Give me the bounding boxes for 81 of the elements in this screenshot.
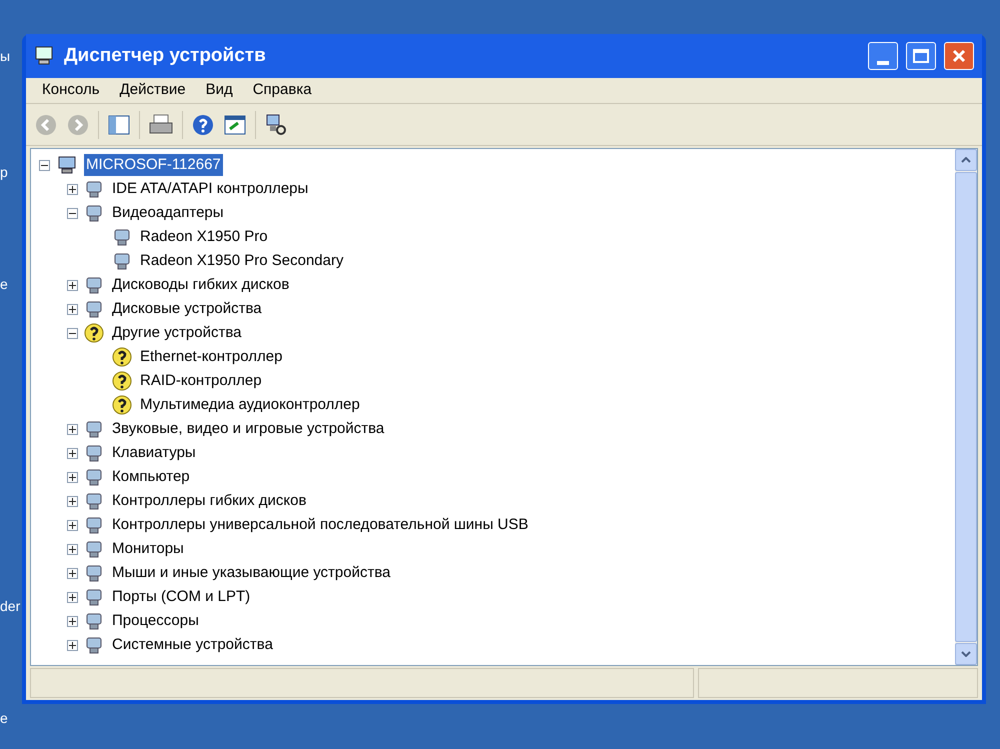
scroll-up-button[interactable] — [955, 149, 977, 171]
device-icon — [84, 468, 104, 486]
computer-icon — [56, 156, 78, 174]
device-icon — [112, 228, 132, 246]
collapse-icon[interactable] — [67, 208, 78, 218]
device-icon — [84, 204, 104, 222]
tree-item[interactable]: Мониторы — [110, 538, 186, 560]
device-icon — [84, 180, 104, 198]
close-icon — [952, 49, 966, 63]
question-mark-icon — [112, 395, 132, 415]
device-icon — [84, 564, 104, 582]
expand-icon[interactable] — [67, 616, 78, 626]
tree-item[interactable]: Ethernet-контроллер — [138, 346, 284, 368]
expand-icon[interactable] — [67, 520, 78, 530]
desktop-icon-label[interactable]: ы — [0, 46, 10, 67]
tree-item[interactable]: Дисковые устройства — [110, 298, 264, 320]
menu-item[interactable]: Вид — [198, 79, 241, 102]
expand-icon[interactable] — [67, 592, 78, 602]
scroll-down-button[interactable] — [955, 643, 977, 665]
tree-item[interactable]: Контроллеры универсальной последовательной шины USB — [110, 514, 530, 536]
tree-item[interactable]: Дисководы гибких дисков — [110, 274, 292, 296]
tree-item[interactable]: Radeon X1950 Pro — [138, 226, 270, 248]
printer-icon[interactable] — [148, 112, 174, 136]
scan-hardware-icon[interactable] — [264, 112, 288, 136]
expand-icon[interactable] — [67, 568, 78, 578]
device-icon — [84, 300, 104, 318]
tree-item[interactable]: Системные устройства — [110, 634, 275, 656]
tree-item[interactable]: Мультимедиа аудиоконтроллер — [138, 394, 362, 416]
device-icon — [84, 636, 104, 654]
minimize-button[interactable] — [868, 42, 898, 70]
tree-item[interactable]: Звуковые, видео и игровые устройства — [110, 418, 386, 440]
menu-item[interactable]: Консоль — [34, 79, 108, 102]
device-icon — [84, 444, 104, 462]
help-icon[interactable] — [191, 112, 215, 136]
tree-item[interactable]: Клавиатуры — [110, 442, 198, 464]
tree-item[interactable]: RAID-контроллер — [138, 370, 264, 392]
tree-item[interactable]: Процессоры — [110, 610, 201, 632]
device-icon — [84, 492, 104, 510]
question-mark-icon — [84, 323, 104, 343]
expand-icon[interactable] — [67, 640, 78, 650]
menu-item[interactable]: Справка — [244, 79, 320, 102]
window-title: Диспетчер устройств — [64, 44, 267, 68]
device-icon — [84, 540, 104, 558]
tree-item[interactable]: Контроллеры гибких дисков — [110, 490, 308, 512]
tree-item[interactable]: Другие устройства — [110, 322, 244, 344]
desktop-icon-label[interactable]: der — [0, 596, 20, 617]
expand-icon[interactable] — [67, 280, 78, 290]
tree-item[interactable]: Мыши и иные указывающие устройства — [110, 562, 392, 584]
device-icon — [84, 516, 104, 534]
expand-icon[interactable] — [67, 424, 78, 434]
collapse-icon[interactable] — [67, 328, 78, 338]
desktop-icon-label[interactable]: е — [0, 274, 8, 295]
maximize-icon — [913, 49, 929, 63]
expand-icon[interactable] — [67, 544, 78, 554]
tree-item[interactable]: MICROSOF-112667 — [84, 154, 223, 176]
question-mark-icon — [112, 347, 132, 367]
maximize-button[interactable] — [906, 42, 936, 70]
expand-icon[interactable] — [67, 472, 78, 482]
tree-item[interactable]: Видеоадаптеры — [110, 202, 226, 224]
device-icon — [112, 252, 132, 270]
tree-item[interactable]: Порты (COM и LPT) — [110, 586, 252, 608]
desktop-icon-label[interactable]: р — [0, 162, 8, 183]
expand-icon[interactable] — [67, 184, 78, 194]
desktop-icon-label[interactable]: е — [0, 708, 8, 729]
minimize-icon — [877, 61, 889, 65]
tree-item[interactable]: Компьютер — [110, 466, 192, 488]
expand-icon[interactable] — [67, 448, 78, 458]
device-icon — [84, 612, 104, 630]
tree-item[interactable]: Radeon X1950 Pro Secondary — [138, 250, 346, 272]
tree-item[interactable]: IDE ATA/ATAPI контроллеры — [110, 178, 310, 200]
device-icon — [84, 276, 104, 294]
collapse-icon[interactable] — [39, 160, 50, 170]
close-button[interactable] — [944, 42, 974, 70]
expand-icon[interactable] — [67, 496, 78, 506]
tree-panel-icon[interactable] — [107, 112, 131, 136]
question-mark-icon — [112, 371, 132, 391]
properties-icon[interactable] — [223, 112, 247, 136]
device-icon — [84, 588, 104, 606]
expand-icon[interactable] — [67, 304, 78, 314]
device-icon — [84, 420, 104, 438]
menu-item[interactable]: Действие — [112, 79, 194, 102]
